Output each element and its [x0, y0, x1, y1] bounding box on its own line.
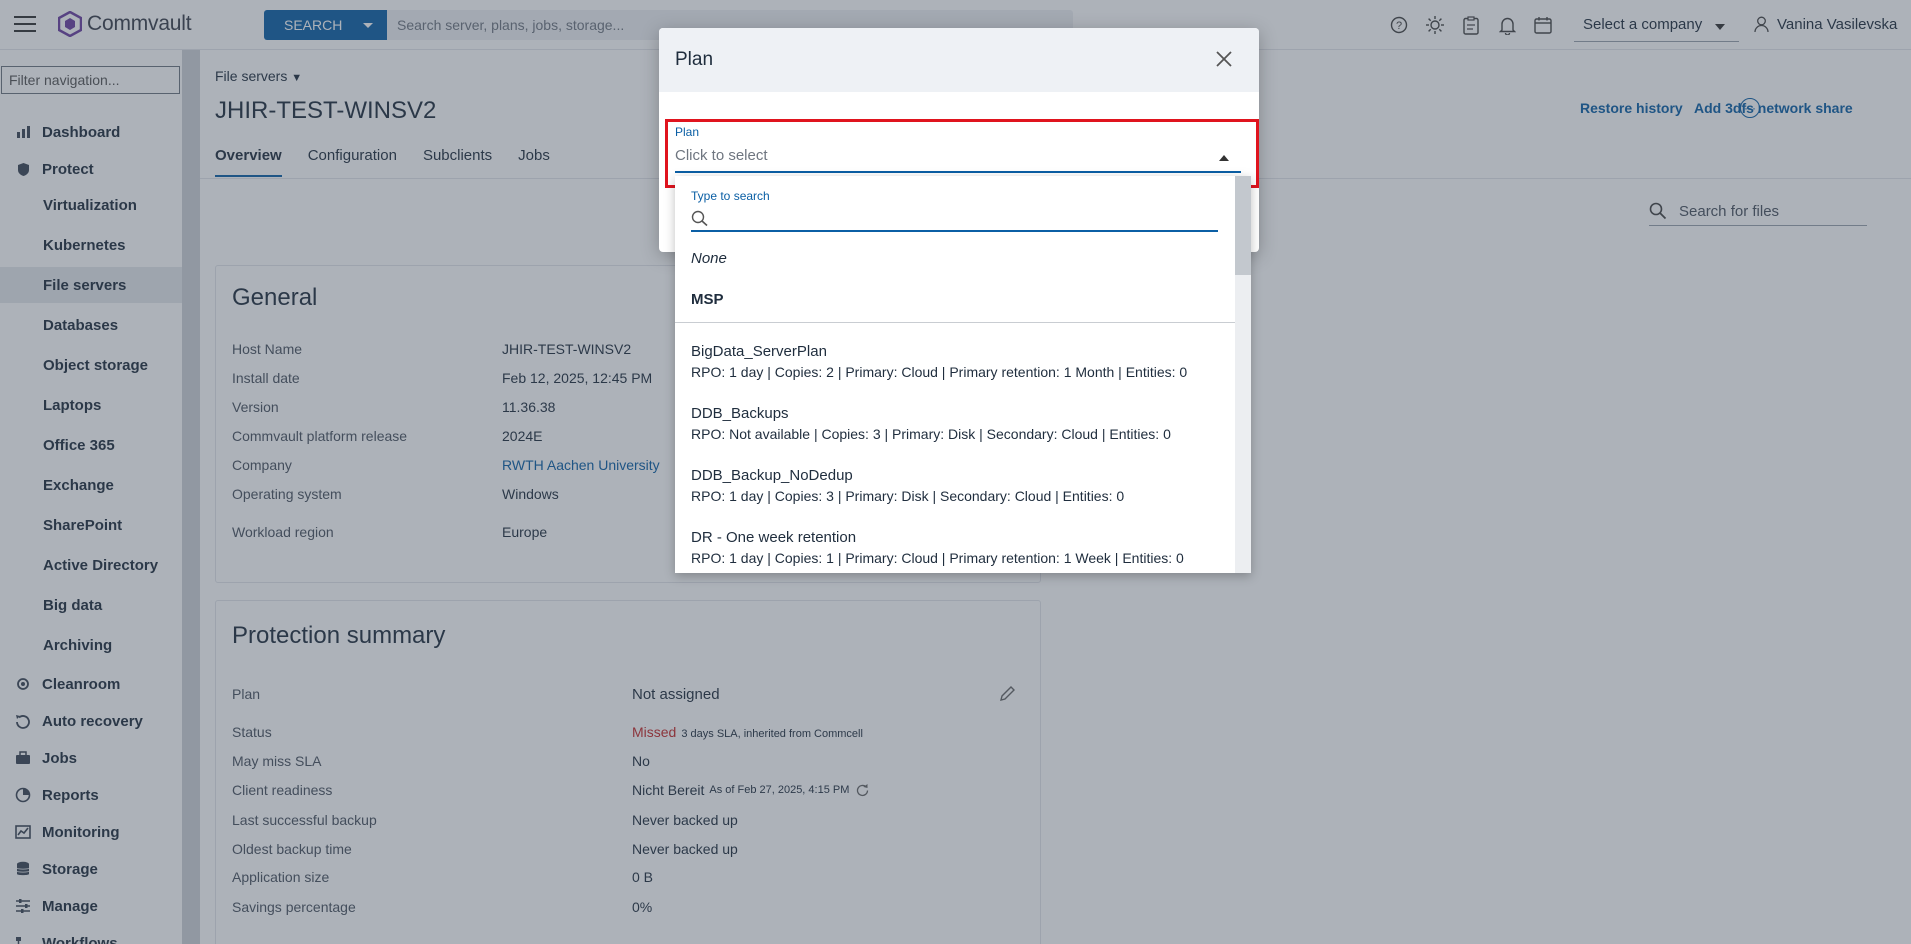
dialog-title: Plan	[675, 49, 714, 70]
search-icon	[691, 210, 708, 227]
plan-option-name: BigData_ServerPlan	[691, 343, 827, 360]
close-icon[interactable]	[1215, 50, 1233, 68]
dropdown-search-input[interactable]	[691, 206, 1218, 232]
plan-option[interactable]: DDB_Backup_NoDedup RPO: 1 day | Copies: …	[691, 467, 1124, 504]
chevron-up-icon[interactable]	[1219, 155, 1229, 161]
option-msp[interactable]: MSP	[691, 291, 724, 308]
plan-option[interactable]: DDB_Backups RPO: Not available | Copies:…	[691, 405, 1171, 442]
plan-field-label: Plan	[675, 125, 700, 139]
dialog-header: Plan	[659, 28, 1259, 92]
plan-option-details: RPO: Not available | Copies: 3 | Primary…	[691, 426, 1171, 442]
plan-option-name: DDB_Backups	[691, 405, 789, 422]
scrollbar-thumb[interactable]	[1235, 176, 1251, 275]
plan-option-name: DR - One week retention	[691, 529, 857, 546]
plan-select[interactable]: Click to select	[675, 147, 768, 164]
plan-dropdown: Type to search None MSP BigData_ServerPl…	[675, 176, 1251, 573]
plan-option[interactable]: DR - One week retention RPO: 1 day | Cop…	[691, 529, 1184, 566]
plan-option-details: RPO: 1 day | Copies: 3 | Primary: Disk |…	[691, 488, 1125, 504]
plan-option-details: RPO: 1 day | Copies: 1 | Primary: Cloud …	[691, 550, 1184, 566]
plan-option[interactable]: BigData_ServerPlan RPO: 1 day | Copies: …	[691, 343, 1187, 380]
plan-option-details: RPO: 1 day | Copies: 2 | Primary: Cloud …	[691, 364, 1188, 380]
plan-option-name: DDB_Backup_NoDedup	[691, 467, 853, 484]
dropdown-scrollbar[interactable]	[1235, 176, 1251, 573]
plan-field-underline	[675, 171, 1241, 173]
dropdown-search-label: Type to search	[691, 189, 770, 203]
option-none[interactable]: None	[691, 250, 727, 267]
dropdown-divider	[675, 322, 1235, 323]
